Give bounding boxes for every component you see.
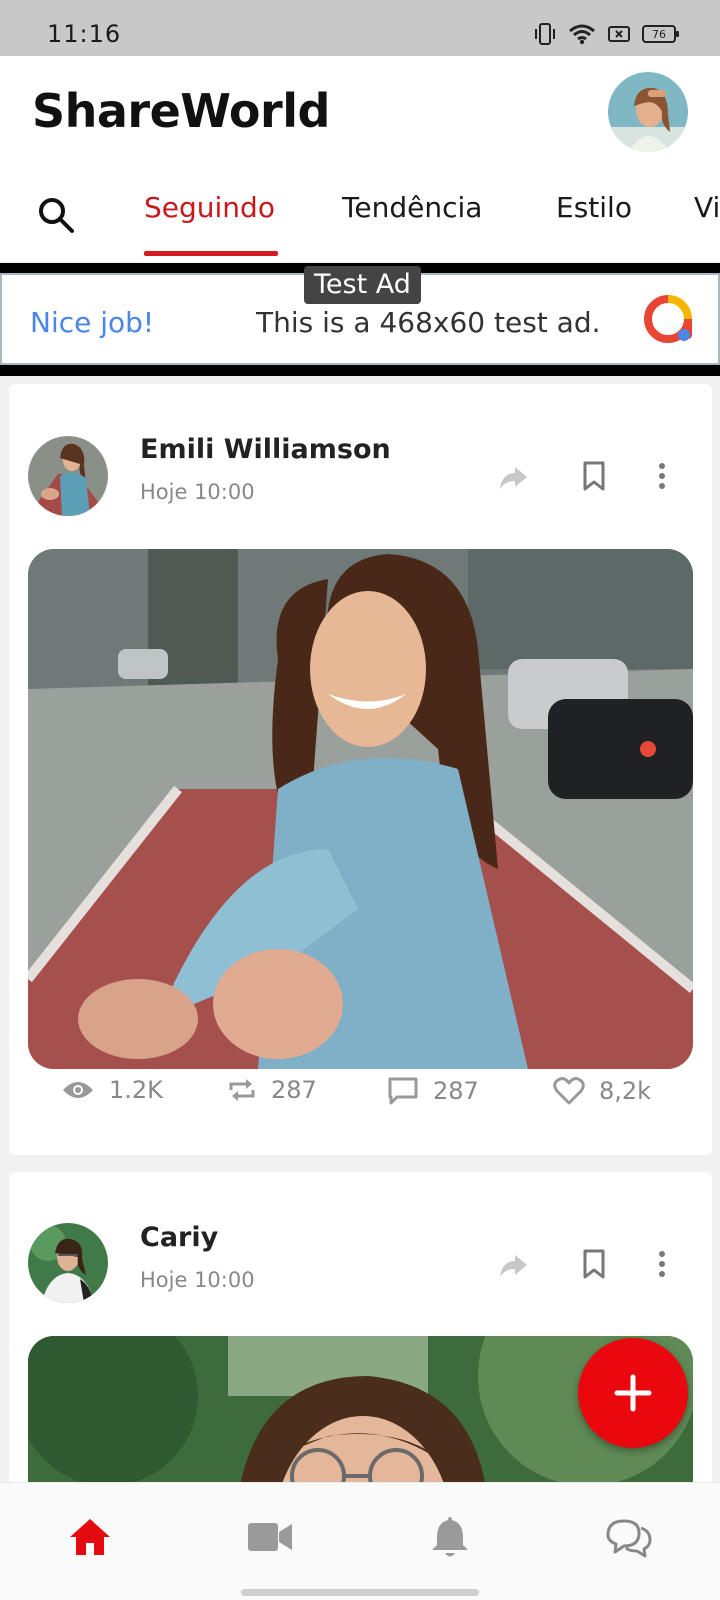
app-title: ShareWorld	[32, 84, 330, 138]
wifi-icon	[569, 24, 595, 45]
comment-icon	[388, 1077, 418, 1105]
more-options-icon[interactable]	[645, 1247, 679, 1281]
home-icon[interactable]	[66, 1513, 114, 1561]
category-tabs: Seguindo Tendência Estilo Vi	[0, 181, 720, 261]
reposts-stat[interactable]: 287	[227, 1076, 317, 1104]
post-image[interactable]	[28, 549, 693, 1069]
tab-tendencia[interactable]: Tendência	[342, 191, 482, 224]
bookmark-icon[interactable]	[577, 1247, 611, 1281]
views-count: 1.2K	[109, 1076, 163, 1104]
post-time: Hoje 10:00	[140, 480, 255, 504]
tab-seguindo[interactable]: Seguindo	[144, 191, 275, 224]
ad-text: This is a 468x60 test ad.	[256, 306, 601, 339]
eye-icon	[63, 1082, 93, 1098]
app-header: ShareWorld Seguindo Tendência Estilo Vi	[0, 56, 720, 262]
ad-headline: Nice job!	[30, 306, 155, 339]
likes-count: 8,2k	[599, 1077, 652, 1105]
bottom-navigation	[0, 1482, 720, 1600]
bell-icon[interactable]	[426, 1513, 474, 1561]
share-icon[interactable]	[497, 1247, 531, 1281]
author-avatar[interactable]	[28, 1223, 108, 1303]
profile-avatar[interactable]	[608, 72, 688, 152]
test-ad-label: Test Ad	[304, 266, 421, 304]
views-stat: 1.2K	[61, 1076, 163, 1104]
home-indicator	[241, 1589, 479, 1596]
plus-icon	[614, 1374, 652, 1412]
search-icon[interactable]	[36, 195, 76, 235]
heart-icon	[553, 1077, 585, 1105]
status-bar: 11:16 76	[0, 0, 720, 56]
ad-logo-icon	[644, 295, 692, 343]
author-name[interactable]: Cariy	[140, 1222, 218, 1253]
reposts-count: 287	[271, 1076, 317, 1104]
tab-video[interactable]: Vi	[694, 191, 720, 224]
author-avatar[interactable]	[28, 436, 108, 516]
battery-level: 76	[652, 27, 666, 41]
vibrate-icon	[535, 23, 555, 45]
comments-count: 287	[433, 1077, 479, 1105]
post-card[interactable]: Emili Williamson Hoje 10:00 1.2K 287 287…	[9, 384, 712, 1155]
comments-stat[interactable]: 287	[387, 1076, 479, 1106]
add-post-button[interactable]	[578, 1338, 688, 1448]
bookmark-icon[interactable]	[577, 459, 611, 493]
status-icons: 76	[534, 22, 679, 46]
likes-stat[interactable]: 8,2k	[553, 1076, 651, 1106]
post-stats: 1.2K 287 287 8,2k	[9, 1076, 712, 1116]
battery-icon: 76	[642, 25, 679, 43]
tab-estilo[interactable]: Estilo	[556, 191, 632, 224]
chat-icon[interactable]	[604, 1513, 652, 1561]
screen-cast-icon	[608, 26, 630, 42]
video-icon[interactable]	[246, 1513, 294, 1561]
active-tab-indicator	[144, 251, 278, 256]
post-time: Hoje 10:00	[140, 1268, 255, 1292]
share-icon[interactable]	[497, 459, 531, 493]
author-name[interactable]: Emili Williamson	[140, 434, 391, 465]
more-options-icon[interactable]	[645, 459, 679, 493]
repost-icon	[229, 1079, 255, 1101]
status-time: 11:16	[47, 20, 122, 48]
